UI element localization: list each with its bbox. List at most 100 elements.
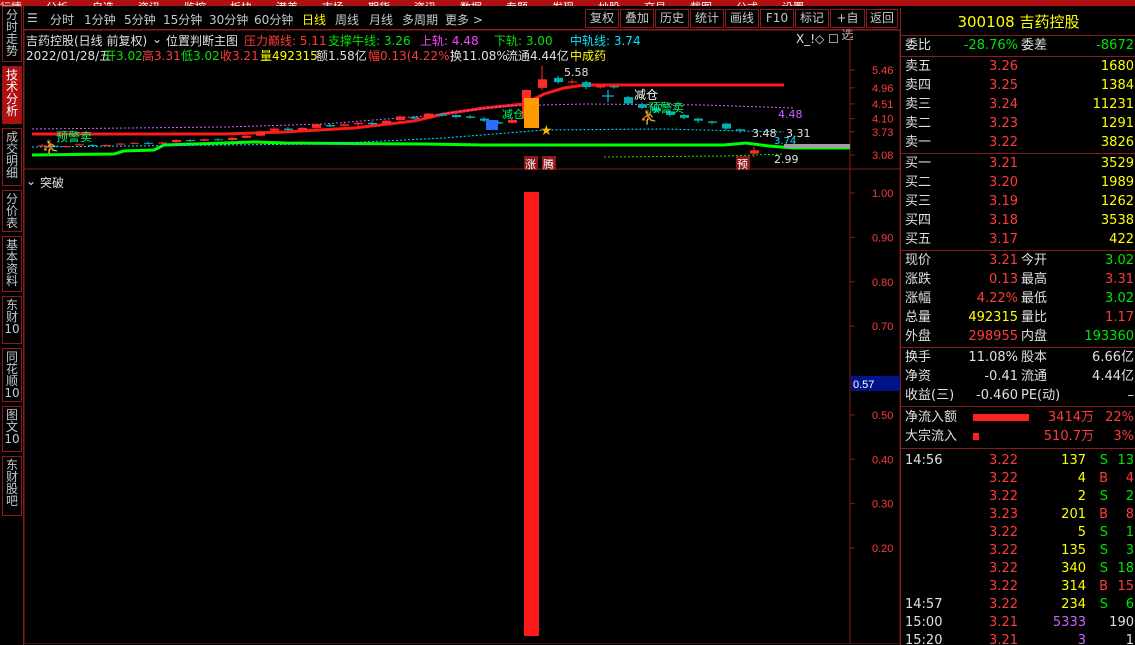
bar-date: 2022/01/28/五	[26, 49, 112, 63]
bar-low: 低3.02	[181, 49, 220, 63]
tick-price: 3.22	[989, 561, 1018, 576]
bar-sector: 中成药	[570, 49, 607, 63]
candle-body	[186, 140, 195, 142]
toolbar-button-4[interactable]: 画线	[725, 9, 759, 28]
flow-label: 净流入额	[905, 410, 958, 425]
ask-label: 卖三	[905, 97, 932, 112]
tick-price: 3.22	[989, 471, 1018, 486]
period-tab-7[interactable]: 周线	[335, 11, 359, 28]
stat-value: 1.17	[1105, 310, 1134, 325]
tick-price: 3.23	[989, 507, 1018, 522]
bar-amount: 额1.58亿	[316, 49, 367, 63]
candle-body	[638, 104, 647, 108]
candle-body	[624, 97, 633, 104]
toolbar-button-8[interactable]: 返回	[866, 9, 898, 28]
tick-count: 15	[1117, 579, 1134, 594]
bar-high: 高3.31	[142, 49, 181, 63]
support-line	[31, 140, 850, 157]
toolbar-button-0[interactable]: 复权	[585, 9, 619, 28]
kline-chart[interactable]: 5.46 4.96 4.51 4.103.73 3.08 1.00 0.90 0.80 0.70…	[24, 30, 900, 644]
tick-volume: 340	[1061, 561, 1086, 576]
period-tab-2[interactable]: 5分钟	[124, 11, 156, 28]
left-tab-5[interactable]: 东财10	[2, 296, 22, 344]
left-tab-7[interactable]: 图文10	[2, 406, 22, 452]
weicha-value: -8672	[1096, 38, 1134, 53]
left-tab-4[interactable]: 基本资料	[2, 236, 22, 292]
tick-count: 1	[1125, 525, 1134, 540]
tick-count: 3	[1125, 543, 1134, 558]
candle-body	[410, 117, 419, 119]
candle-body	[256, 131, 265, 136]
tick-time: 14:57	[905, 597, 943, 612]
quote-row: 买五 3.17 422	[901, 230, 1135, 249]
formula-dropdown-icon[interactable]: ⌄	[152, 32, 162, 46]
stat-value: 193360	[1084, 329, 1134, 344]
candle-body	[312, 124, 321, 128]
signal-warn-sell-left: 预警卖	[56, 129, 92, 144]
fund-value: -0.41	[984, 369, 1018, 384]
period-tab-6[interactable]: 日线	[302, 11, 326, 28]
toolbar-button-7[interactable]: +自选	[830, 9, 865, 42]
quote-row: 买三 3.19 1262	[901, 192, 1135, 211]
left-tab-3[interactable]: 分价表	[2, 190, 22, 232]
period-tab-0[interactable]: 分时	[50, 11, 74, 28]
stat-label: 量比	[1021, 310, 1048, 325]
candle-body	[680, 115, 689, 118]
bid-label: 买五	[905, 232, 932, 247]
candle-body	[368, 122, 377, 125]
stat-value: 3.31	[1105, 272, 1134, 287]
candle-body	[116, 143, 125, 145]
price-axis-label: 4.51	[872, 99, 893, 111]
stat-label: 内盘	[1021, 329, 1048, 344]
toolbar-button-3[interactable]: 统计	[690, 9, 724, 28]
toolbar-collapse-icon[interactable]: ☰	[27, 11, 38, 25]
quote-row: 总量 492315 量比 1.17	[901, 308, 1135, 327]
period-tab-1[interactable]: 1分钟	[84, 11, 116, 28]
tick-time: 15:20	[905, 633, 943, 645]
tick-volume: 4	[1077, 471, 1086, 486]
flow-bar	[973, 433, 979, 440]
quote-row: 大宗流入 510.7万 3%	[901, 427, 1135, 446]
quote-row: 买一 3.21 3529	[901, 154, 1135, 173]
chart-corner-icons[interactable]: X_!◇ ☐	[796, 32, 839, 46]
ask-label: 卖一	[905, 135, 932, 150]
period-tab-8[interactable]: 月线	[369, 11, 393, 28]
tick-side: S	[1099, 453, 1108, 468]
tick-volume: 135	[1061, 543, 1086, 558]
period-tab-10[interactable]: 更多 >	[445, 11, 483, 28]
tick-volume: 3	[1077, 633, 1086, 645]
toolbar-button-6[interactable]: 标记	[795, 9, 829, 28]
ask-price: 3.25	[989, 78, 1018, 93]
period-tab-4[interactable]: 30分钟	[209, 11, 248, 28]
signal-surge: 腾	[543, 157, 554, 171]
stat-value: 492315	[968, 310, 1018, 325]
toolbar-button-2[interactable]: 历史	[655, 9, 689, 28]
period-tab-5[interactable]: 60分钟	[254, 11, 293, 28]
left-tab-1[interactable]: 技术分析	[2, 66, 22, 124]
left-tab-6[interactable]: 同花顺10	[2, 348, 22, 402]
quote-row: 换手 11.08% 股本 6.66亿	[901, 348, 1135, 367]
toolbar-button-5[interactable]: F10	[760, 9, 794, 28]
lower-panel-dropdown-icon[interactable]: ⌄	[26, 174, 36, 188]
bid-volume: 1262	[1100, 194, 1134, 209]
quote-row: 买四 3.18 3538	[901, 211, 1135, 230]
stat-value: 298955	[968, 329, 1018, 344]
toolbar-button-1[interactable]: 叠加	[620, 9, 654, 28]
candle-body	[284, 128, 293, 130]
candle-body	[452, 115, 461, 118]
period-tab-3[interactable]: 15分钟	[163, 11, 202, 28]
tick-side: B	[1099, 579, 1108, 594]
left-tab-8[interactable]: 东财股吧	[2, 456, 22, 516]
period-tab-9[interactable]: 多周期	[402, 11, 438, 28]
bar-float-cap: 流通4.44亿	[506, 49, 569, 63]
bar-open: 开3.02	[104, 49, 143, 63]
fund-value: 4.44亿	[1092, 369, 1134, 384]
annotation-high: 5.58	[564, 66, 589, 79]
flow-label: 大宗流入	[905, 429, 958, 444]
top-menu-bar: 行情分析自选资讯监控板块港美市场期货资讯数据专题发现炒股交易截图公式设置	[0, 0, 1135, 6]
ask-price: 3.26	[989, 59, 1018, 74]
left-tab-0[interactable]: 分时走势	[2, 6, 22, 62]
signal-star-icon: ★	[540, 123, 553, 139]
left-tab-2[interactable]: 成交明细	[2, 128, 22, 186]
lower-rail-line	[603, 153, 785, 158]
